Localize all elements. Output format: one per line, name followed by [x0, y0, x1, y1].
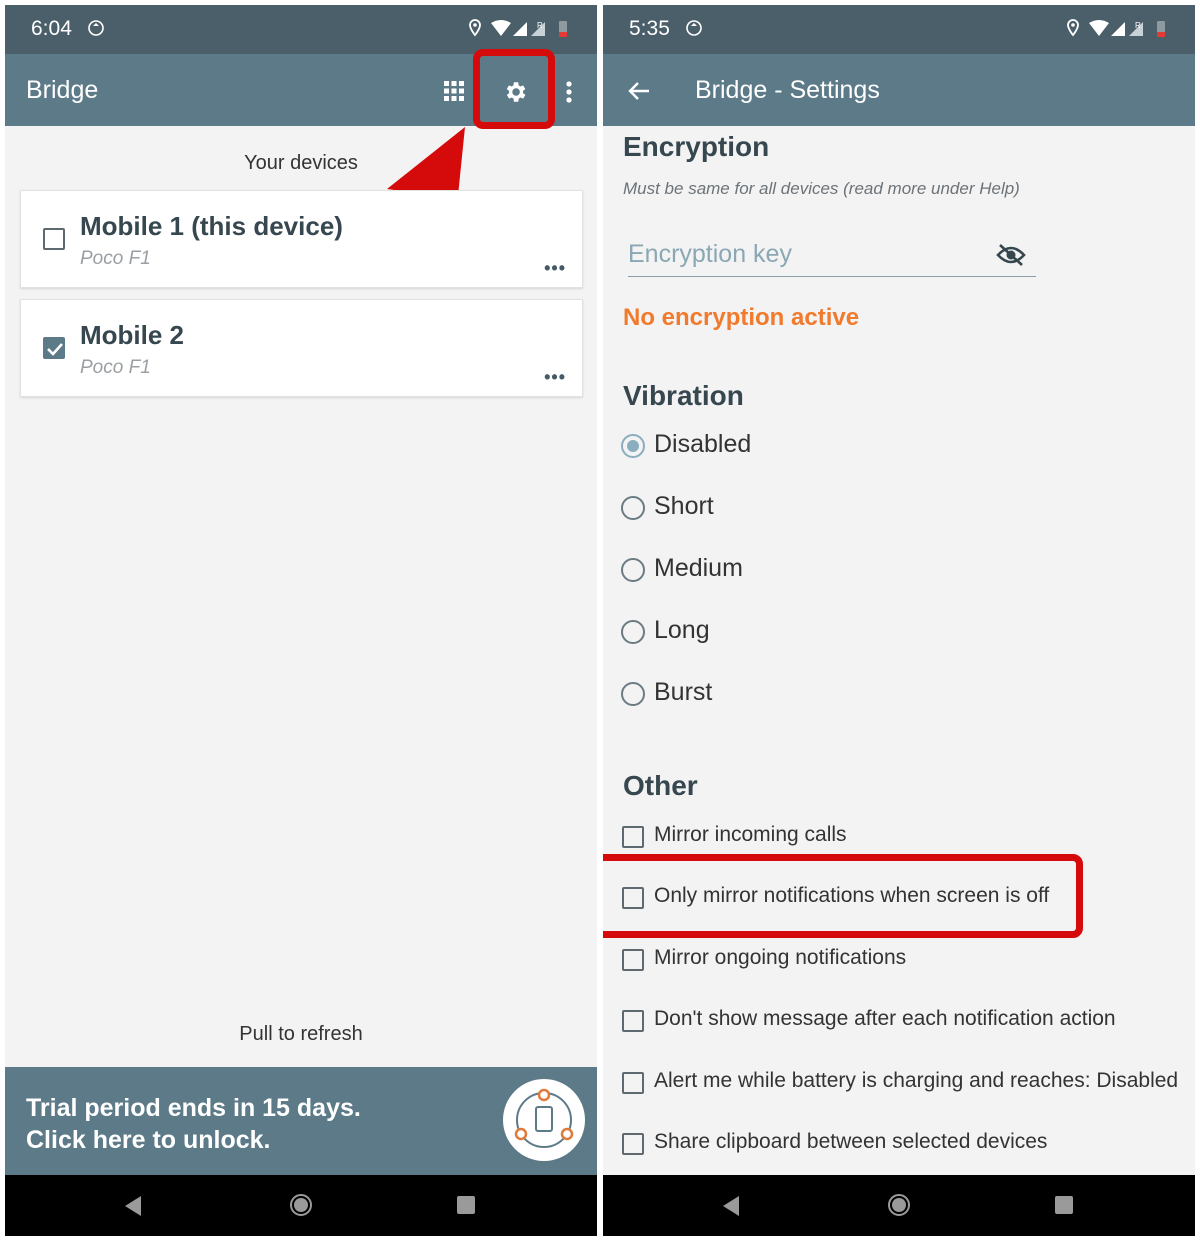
wifi-icon: [491, 20, 511, 36]
svg-text:R: R: [537, 21, 543, 30]
option-highlight-box: [603, 854, 1083, 938]
app-title: Bridge: [26, 76, 99, 104]
more-options-icon[interactable]: •••: [544, 258, 566, 279]
app-bar: Bridge - Settings: [603, 54, 1195, 126]
home-icon[interactable]: [289, 1193, 313, 1217]
status-time: 6:04: [31, 17, 72, 40]
encryption-hint: Must be same for all devices (read more …: [623, 179, 1020, 198]
device-name: Mobile 2: [80, 320, 185, 350]
overflow-menu-icon[interactable]: [565, 81, 573, 103]
encryption-key-placeholder: Encryption key: [628, 240, 792, 268]
checkbox[interactable]: [622, 1072, 644, 1094]
checkbox-label: Don't show message after each notificati…: [654, 1007, 1116, 1030]
device-checkbox[interactable]: [43, 228, 65, 250]
device-name: Mobile 1 (this device): [80, 211, 343, 241]
wifi-icon: [1089, 20, 1109, 36]
device-card[interactable]: Mobile 2 Poco F1 •••: [20, 299, 583, 397]
device-card[interactable]: Mobile 1 (this device) Poco F1 •••: [20, 190, 583, 288]
status-icons: R: [1067, 19, 1165, 37]
recent-apps-icon[interactable]: [457, 1196, 475, 1214]
checkbox-label: Mirror incoming calls: [654, 823, 847, 846]
recent-apps-icon[interactable]: [1055, 1196, 1073, 1214]
radio-label: Short: [654, 492, 714, 520]
bridge-main-screen: 6:04 R Bridge Your devices Mobile 1 (thi…: [5, 5, 597, 1236]
encryption-heading: Encryption: [623, 131, 770, 162]
back-arrow-icon[interactable]: [627, 81, 651, 101]
device-model: Poco F1: [80, 248, 151, 269]
radio-label: Burst: [654, 678, 713, 706]
navigation-bar: [5, 1175, 597, 1236]
more-options-icon[interactable]: •••: [544, 367, 566, 388]
checkbox[interactable]: [622, 1133, 644, 1155]
device-checkbox-checked[interactable]: [43, 337, 65, 359]
status-bar: 6:04 R: [5, 5, 597, 54]
radio-button[interactable]: [621, 620, 645, 644]
radio-button[interactable]: [621, 682, 645, 706]
vibration-heading: Vibration: [623, 380, 744, 411]
trial-message[interactable]: Trial period ends in 15 days. Click here…: [26, 1092, 361, 1156]
back-icon[interactable]: [123, 1195, 143, 1217]
settings-title: Bridge - Settings: [695, 76, 880, 104]
status-icons: R: [469, 19, 567, 37]
checkbox[interactable]: [622, 1010, 644, 1032]
visibility-off-icon[interactable]: [996, 243, 1026, 267]
device-model: Poco F1: [80, 357, 151, 378]
pull-to-refresh-text: Pull to refresh: [239, 1023, 363, 1045]
radio-button[interactable]: [621, 558, 645, 582]
signal-icon: [513, 22, 527, 36]
bridge-logo-icon[interactable]: [503, 1079, 585, 1161]
navigation-bar: [603, 1175, 1195, 1236]
devices-caption: Your devices: [244, 152, 358, 174]
radio-button[interactable]: [621, 496, 645, 520]
checkbox[interactable]: [622, 949, 644, 971]
encryption-status: No encryption active: [623, 304, 860, 331]
checkbox-label: Share clipboard between selected devices: [654, 1130, 1048, 1153]
other-heading: Other: [623, 770, 698, 801]
back-icon[interactable]: [721, 1195, 741, 1217]
grid-icon[interactable]: [444, 81, 464, 101]
signal-icon: [1111, 22, 1125, 36]
status-time: 5:35: [629, 17, 670, 40]
sync-icon: [686, 20, 702, 36]
checkbox[interactable]: [622, 826, 644, 848]
radio-label: Disabled: [654, 430, 752, 458]
trial-line-1: Trial period ends in 15 days.: [26, 1094, 361, 1122]
bridge-settings-screen: 5:35 R Bridge - Settings Encryption Must…: [603, 5, 1195, 1236]
svg-text:R: R: [1135, 21, 1141, 30]
checkbox-label: Alert me while battery is charging and r…: [654, 1069, 1179, 1092]
trial-line-2: Click here to unlock.: [26, 1126, 271, 1154]
location-icon: [1067, 19, 1079, 37]
checkbox-label: Mirror ongoing notifications: [654, 946, 907, 969]
encryption-key-field[interactable]: Encryption key: [628, 240, 1036, 277]
settings-highlight-box: [473, 49, 555, 129]
radio-label: Medium: [654, 554, 743, 582]
radio-label: Long: [654, 616, 710, 644]
trial-banner[interactable]: Trial period ends in 15 days. Click here…: [5, 1067, 597, 1175]
checkmark-icon: [47, 343, 63, 356]
home-icon[interactable]: [887, 1193, 911, 1217]
sync-icon: [88, 20, 104, 36]
status-bar: 5:35 R: [603, 5, 1195, 54]
radio-button-selected[interactable]: [621, 434, 645, 458]
location-icon: [469, 19, 481, 37]
